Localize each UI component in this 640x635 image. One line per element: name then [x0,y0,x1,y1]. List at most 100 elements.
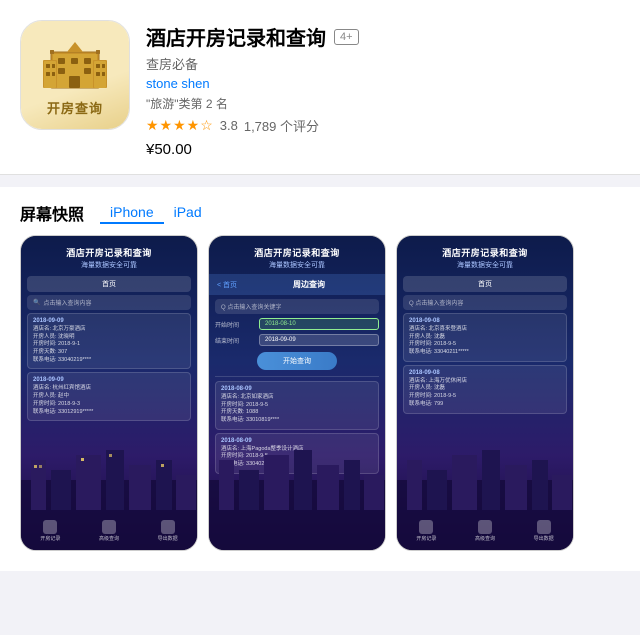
sc2-end-date-row: 结束时间 2018-09-09 [215,334,379,346]
sc1-nav-label-3: 导出数据 [158,535,178,542]
sc1-card1-line3: 开房时间: 2018-9-1 [33,341,185,349]
screenshot-2: 酒店开房记录和查询 海量数据安全可靠 < 首页 周边查询 Q 点击输入查询关键字… [208,235,386,551]
city-skyline-2 [209,440,385,550]
sc3-header: 酒店开房记录和查询 海量数据安全可靠 [397,236,573,274]
sc3-nav-2: 高级查询 [475,520,495,542]
sc1-card2-line2: 开房人员: 赵中 [33,393,185,401]
app-title: 酒店开房记录和查询 [146,22,326,51]
sc2-card1-line4: 联系电话: 33010819**** [221,417,373,425]
sc1-nav-2: 高级查询 [99,520,119,542]
sc1-card1-line1: 酒店名: 北京万豪酒店 [33,326,185,334]
sc1-bottom-nav: 开房记录 高级查询 导出数据 [21,520,197,542]
app-price[interactable]: ¥50.00 [146,141,620,158]
sc3-nav-icon-2 [478,520,492,534]
sc2-start-date-row: 开始时间 2018-08-10 [215,318,379,330]
screenshots-section: 屏幕快照 iPhone iPad 酒店开房记录和查询 海量数据安全可靠 首页 🔍… [0,187,640,571]
sc3-card2: 2018-09-08 酒店名: 上海万优休闲店 开房人员: 沈磊 开房时间: 2… [403,365,567,414]
sc1-nav-icon-2 [102,520,116,534]
tab-ipad[interactable]: iPad [164,202,212,224]
sc2-start-value: 2018-08-10 [259,318,379,330]
app-subtitle: 查房必备 [146,54,620,73]
sc1-card2: 2018-09-09 酒店名: 杭州红宾馆酒店 开房人员: 赵中 开房时间: 2… [27,372,191,421]
sc3-search: Q 点击输入查询内容 [403,295,567,310]
sc2-search: Q 点击输入查询关键字 [215,299,379,314]
sc3-card2-line2: 开房人员: 沈磊 [409,385,561,393]
sc2-query-header: < 首页 周边查询 [209,274,385,295]
sc2-subtitle: 海量数据安全可靠 [217,260,377,270]
app-title-row: 酒店开房记录和查询 4+ [146,22,620,51]
sc3-nav-icon-3 [537,520,551,534]
sc2-header: 酒店开房记录和查询 海量数据安全可靠 [209,236,385,274]
screenshot-1: 酒店开房记录和查询 海量数据安全可靠 首页 🔍 点击输入查询内容 2018-09… [20,235,198,551]
screenshots-title: 屏幕快照 [20,201,84,225]
sc1-card2-date: 2018-09-09 [33,377,185,383]
sc1-nav-label-1: 开房记录 [40,535,60,542]
sc1-tab: 首页 [27,276,191,292]
sc1-card1-date: 2018-09-09 [33,318,185,324]
screenshot-3: 酒店开房记录和查询 海量数据安全可靠 首页 Q 点击输入查询内容 2018-09… [396,235,574,551]
sc3-bottom-nav: 开房记录 高级查询 导出数据 [397,520,573,542]
sc1-nav-icon-1 [43,520,57,534]
sc3-card1: 2018-09-08 酒店名: 北京喜来登酒店 开房人员: 沈磊 开房时间: 2… [403,313,567,362]
sc1-search-text: 点击输入查询内容 [43,298,91,307]
device-tabs: iPhone iPad [100,202,212,224]
sc1-card1: 2018-09-09 酒店名: 北京万豪酒店 开房人员: 沈晓明 开房时间: 2… [27,313,191,369]
sc3-card2-date: 2018-09-08 [409,370,561,376]
sc2-back: < 首页 [217,280,237,290]
sc2-divider [215,376,379,377]
sc3-nav-label-3: 导出数据 [534,535,554,542]
sc3-nav-icon-1 [419,520,433,534]
sc1-title: 酒店开房记录和查询 [29,246,189,259]
sc3-nav-label-1: 开房记录 [416,535,436,542]
sc3-card2-line4: 联系电话: 799 [409,401,561,409]
app-developer[interactable]: stone shen [146,76,620,91]
sc3-nav-3: 导出数据 [534,520,554,542]
sc1-card2-line3: 开房时间: 2018-9-3 [33,401,185,409]
sc2-end-value: 2018-09-09 [259,334,379,346]
sc3-card1-line1: 酒店名: 北京喜来登酒店 [409,326,561,334]
sc2-query-btn: 开始查询 [257,352,337,370]
app-info: 酒店开房记录和查询 4+ 查房必备 stone shen "旅游"类第 2 名 … [146,20,620,158]
sc3-card1-line3: 开房时间: 2018-9-5 [409,341,561,349]
sc1-nav-icon-3 [161,520,175,534]
sc1-nav-label-2: 高级查询 [99,535,119,542]
sc1-nav-1: 开房记录 [40,520,60,542]
sc2-card1-line1: 酒店名: 北京如家酒店 [221,394,373,402]
sc2-title: 酒店开房记录和查询 [217,246,377,259]
app-category: "旅游"类第 2 名 [146,95,620,112]
sc3-card1-line4: 联系电话: 33040211***** [409,349,561,357]
star-rating: ★★★★☆ [146,117,214,134]
sc3-card2-line3: 开房时间: 2018-9-5 [409,393,561,401]
sc2-search-text: Q 点击输入查询关键字 [221,302,281,311]
sc1-card2-line4: 联系电话: 33012919***** [33,409,185,417]
app-icon: 开房查询 [20,20,130,130]
screenshots-scroll: 酒店开房记录和查询 海量数据安全可靠 首页 🔍 点击输入查询内容 2018-09… [0,235,640,571]
sc3-title: 酒店开房记录和查询 [405,246,565,259]
sc1-card1-line5: 联系电话: 33040219**** [33,357,185,365]
sc3-nav-label-2: 高级查询 [475,535,495,542]
sc1-card2-line1: 酒店名: 杭州红宾馆酒店 [33,385,185,393]
rating-count: 1,789 个评分 [244,116,319,135]
sc3-card1-date: 2018-09-08 [409,318,561,324]
sc3-search-text: Q 点击输入查询内容 [409,298,463,307]
sc2-card1: 2018-08-09 酒店名: 北京如家酒店 开房时间: 2018-9-5 开房… [215,381,379,430]
sc2-card1-line3: 开房天数: 1088 [221,409,373,417]
sc1-subtitle: 海量数据安全可靠 [29,260,189,270]
rating-row: ★★★★☆ 3.8 1,789 个评分 [146,116,620,135]
sc1-search: 🔍 点击输入查询内容 [27,295,191,310]
app-header: 开房查询 酒店开房记录和查询 4+ 查房必备 stone shen "旅游"类第… [0,0,640,175]
sc2-end-label: 结束时间 [215,336,255,345]
screenshots-header: 屏幕快照 iPhone iPad [0,201,640,235]
sc2-start-label: 开始时间 [215,320,255,329]
sc2-card1-date: 2018-08-09 [221,386,373,392]
sc1-header: 酒店开房记录和查询 海量数据安全可靠 [21,236,197,274]
hotel-building-icon [39,34,111,94]
sc2-query-title: 周边查询 [241,279,377,290]
tab-iphone[interactable]: iPhone [100,202,164,224]
rating-number: 3.8 [220,118,238,133]
sc1-nav-3: 导出数据 [158,520,178,542]
app-icon-label: 开房查询 [47,98,103,117]
sc3-nav-1: 开房记录 [416,520,436,542]
sc3-tab: 首页 [403,276,567,292]
sc1-card1-line4: 开房天数: 307 [33,349,185,357]
